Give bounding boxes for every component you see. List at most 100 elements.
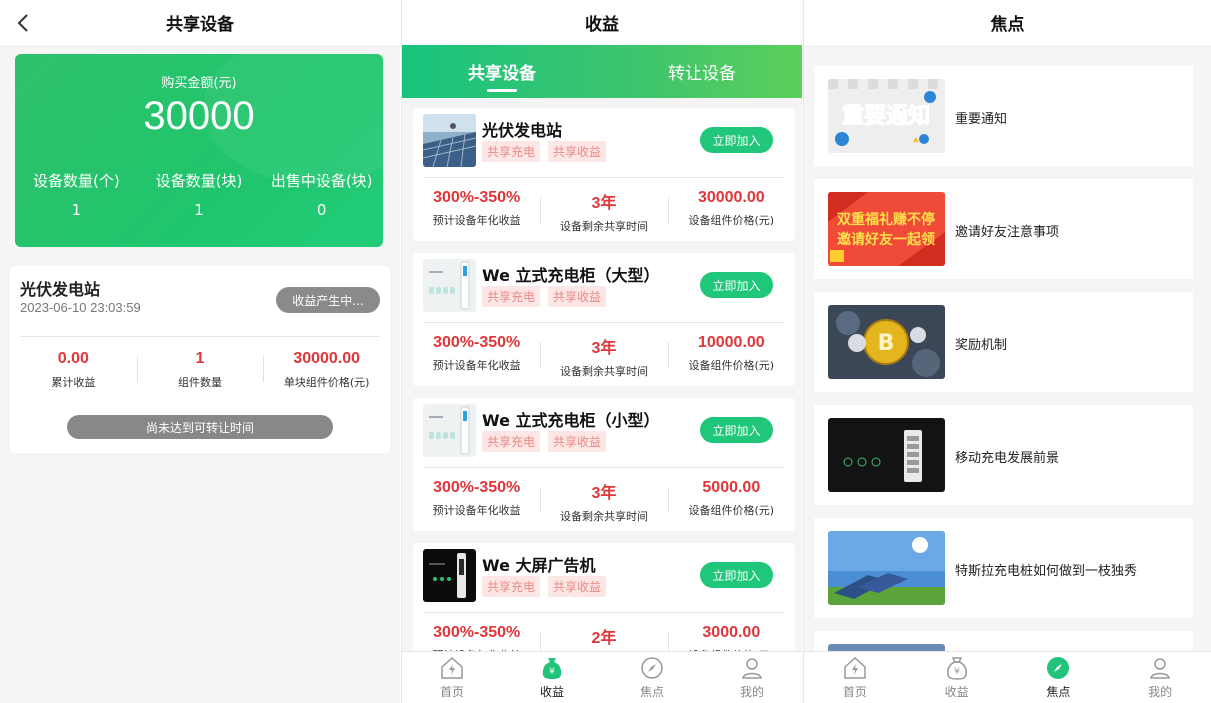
page-title: 焦点 (990, 15, 1025, 35)
tag-shared-charging: 共享充电 (482, 431, 541, 452)
product-card: We 立式充电柜（小型） 共享充电 共享收益 立即加入 300%-350% 预计设… (413, 398, 795, 531)
annual-yield: 300%-350%预计设备年化收益 (432, 479, 521, 517)
reward-coin-image: B (828, 305, 945, 379)
product-name: 光伏发电站 (482, 121, 563, 140)
remaining-duration: 3年 设备剩余共享时间 (540, 334, 667, 379)
home-icon (844, 656, 866, 679)
charging-cabinet-small-thumbnail (423, 404, 476, 457)
news-item[interactable]: 特斯拉充电桩如何做到一枝独秀 (814, 518, 1193, 618)
cumulative-income: 0.00 累计收益 (51, 350, 96, 389)
income-screen: 收益 共享设备 转让设备 光伏发电站 共享充电 共享收益 立即加入 300%-3… (401, 0, 802, 703)
news-item[interactable]: B 奖励机制 (814, 292, 1193, 392)
money-bag-icon: ¥ (542, 658, 562, 679)
product-name: We 立式充电柜（小型） (482, 411, 660, 430)
compass-icon (1047, 657, 1070, 679)
divider (423, 612, 785, 613)
compass-icon (641, 657, 663, 679)
module-price: 30000.00 设备组件价格(元) (667, 189, 795, 234)
tag-shared-income: 共享收益 (548, 576, 607, 597)
svg-text:B: B (878, 331, 895, 356)
focus-screen: 焦点 重要通知 重要通知 双重福礼赚不停 邀请好友一起领 邀请好友注意事项 B 奖… (803, 0, 1211, 703)
ad-screen-thumbnail (423, 549, 476, 602)
purchase-amount-label: 购买金额(元) (161, 76, 237, 91)
solar-field-image (828, 531, 945, 605)
news-title: 奖励机制 (955, 338, 1008, 353)
promo-line-2: 邀请好友一起领 (837, 231, 935, 248)
bottom-nav: 首页 ¥ 收益 焦点 我的 (402, 651, 802, 703)
module-unit-price: 30000.00 单块组件价格(元) (263, 350, 390, 390)
nav-mine[interactable]: 我的 (1109, 652, 1211, 703)
tag-shared-income: 共享收益 (548, 141, 607, 162)
stat-on-sale-count: 出售中设备(块) 0 (270, 172, 373, 219)
product-card: We 立式充电柜（大型） 共享充电 共享收益 立即加入 300%-350% 预计设… (413, 253, 795, 386)
bottom-nav: 首页 ¥ 收益 焦点 我的 (804, 651, 1211, 703)
tag-shared-charging: 共享充电 (482, 141, 541, 162)
tag-shared-income: 共享收益 (548, 286, 607, 307)
header: 共享设备 (0, 0, 400, 45)
nav-focus[interactable]: 焦点 (1008, 652, 1110, 703)
nav-mine[interactable]: 我的 (702, 652, 802, 703)
module-price: 10000.00 设备组件价格(元) (667, 334, 795, 379)
important-notice-image: 重要通知 (828, 79, 945, 153)
divider (423, 322, 785, 323)
holding-card: 光伏发电站 2023-06-10 23:03:59 收益产生中... 0.00 … (10, 266, 390, 453)
header: 焦点 (804, 0, 1211, 45)
remaining-duration: 3年 设备剩余共享时间 (540, 189, 667, 234)
join-button[interactable]: 立即加入 (700, 272, 773, 298)
nav-focus[interactable]: 焦点 (602, 652, 702, 703)
module-price: 5000.00 设备组件价格(元) (667, 479, 795, 524)
page-title: 收益 (585, 15, 619, 35)
nav-income[interactable]: ¥ 收益 (906, 652, 1008, 703)
join-button[interactable]: 立即加入 (700, 417, 773, 443)
stat-module-count: 设备数量(块) 1 (155, 172, 243, 219)
user-icon (1150, 658, 1171, 679)
join-button[interactable]: 立即加入 (700, 562, 773, 588)
solar-panel-thumbnail (423, 114, 476, 167)
tab-transfer-devices[interactable]: 转让设备 (602, 45, 802, 98)
news-title: 特斯拉充电桩如何做到一枝独秀 (955, 564, 1138, 579)
svg-text:¥: ¥ (954, 667, 960, 677)
product-card: 光伏发电站 共享充电 共享收益 立即加入 300%-350% 预计设备年化收益 3… (413, 108, 795, 241)
user-icon (742, 658, 762, 679)
tag-shared-charging: 共享充电 (482, 286, 541, 307)
stat-device-count: 设备数量(个) 1 (32, 172, 120, 219)
news-item[interactable]: 移动充电发展前景 (814, 405, 1193, 505)
page-title: 共享设备 (166, 15, 234, 35)
notice-banner-text: 重要通知 (842, 103, 930, 129)
shared-devices-screen: 共享设备 购买金额(元) 30000 设备数量(个) 1 设备数量(块) 1 出… (0, 0, 400, 703)
status-badge[interactable]: 收益产生中... (276, 287, 380, 313)
nav-home[interactable]: 首页 (402, 652, 502, 703)
news-title: 邀请好友注意事项 (955, 225, 1060, 240)
annual-yield: 300%-350%预计设备年化收益 (432, 189, 521, 227)
remaining-duration: 3年 设备剩余共享时间 (540, 479, 667, 524)
module-count: 1 组件数量 (136, 350, 264, 390)
transfer-button[interactable]: 尚未达到可转让时间 (67, 415, 333, 439)
mobile-charging-image (828, 418, 945, 492)
product-name: We 大屏广告机 (482, 556, 596, 575)
holding-time: 2023-06-10 23:03:59 (20, 300, 141, 315)
product-name: We 立式充电柜（大型） (482, 266, 660, 285)
promo-line-1: 双重福礼赚不停 (837, 211, 935, 228)
money-bag-icon: ¥ (946, 657, 967, 680)
nav-income[interactable]: ¥ 收益 (502, 652, 602, 703)
tag-shared-income: 共享收益 (548, 431, 607, 452)
news-title: 移动充电发展前景 (955, 451, 1060, 466)
divider (20, 336, 380, 337)
holding-name: 光伏发电站 (20, 280, 101, 299)
tab-shared-devices[interactable]: 共享设备 (402, 45, 602, 98)
purchase-amount: 30000 (143, 94, 255, 138)
news-item[interactable]: 重要通知 重要通知 (814, 66, 1193, 166)
charging-cabinet-large-thumbnail (423, 259, 476, 312)
back-arrow-icon[interactable] (14, 12, 36, 34)
invite-promo-image: 双重福礼赚不停 邀请好友一起领 (828, 192, 945, 266)
divider (423, 177, 785, 178)
tag-shared-charging: 共享充电 (482, 576, 541, 597)
svg-text:¥: ¥ (549, 667, 555, 677)
news-title: 重要通知 (955, 112, 1008, 127)
tab-bar: 共享设备 转让设备 (402, 45, 802, 98)
nav-home[interactable]: 首页 (804, 652, 906, 703)
news-item[interactable]: 双重福礼赚不停 邀请好友一起领 邀请好友注意事项 (814, 179, 1193, 279)
join-button[interactable]: 立即加入 (700, 127, 773, 153)
home-icon (441, 656, 463, 679)
header: 收益 (402, 0, 802, 45)
